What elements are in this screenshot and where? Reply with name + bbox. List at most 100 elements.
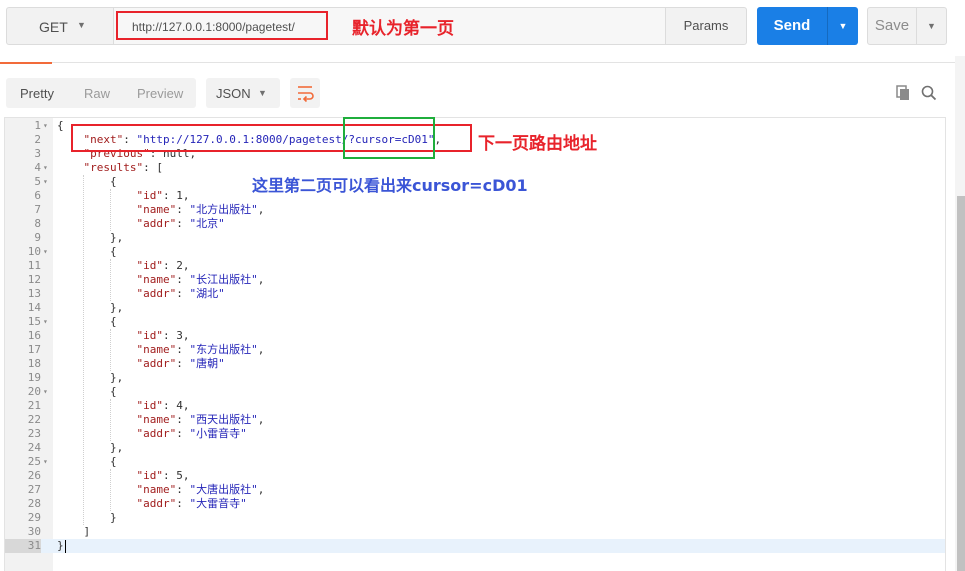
code-text: }, (57, 441, 124, 454)
indent-guide (109, 189, 111, 231)
line-number: 20 (27, 385, 41, 398)
code-text: "results": [ (83, 161, 163, 174)
code-text: "addr": "湖北" (136, 287, 225, 300)
code-text: ] (57, 525, 91, 538)
code-line: 23 "addr": "小雷音寺" (5, 427, 945, 441)
code-line: 16 "id": 3, (5, 329, 945, 343)
line-number: 15 (27, 315, 41, 328)
fold-toggle-icon[interactable]: ▾ (43, 245, 48, 259)
save-button[interactable]: Save (867, 7, 917, 45)
code-text: { (57, 455, 117, 468)
line-number: 23 (27, 427, 41, 440)
code-text: "name": "大唐出版社", (136, 483, 265, 496)
indent-guide (109, 259, 111, 301)
code-text: "addr": "北京" (136, 217, 225, 230)
page-scrollbar-thumb[interactable] (957, 196, 965, 571)
cursor-param-highlight-box (343, 117, 435, 159)
format-select[interactable]: JSON ▼ (206, 78, 280, 108)
line-number: 18 (27, 357, 41, 370)
line-number: 26 (27, 469, 41, 482)
line-number: 11 (27, 259, 41, 272)
fold-toggle-icon[interactable]: ▾ (43, 315, 48, 329)
code-text: "addr": "唐朝" (136, 357, 225, 370)
code-text: } (57, 539, 64, 552)
divider (0, 62, 965, 63)
method-select[interactable]: GET ▼ (6, 7, 114, 45)
line-number: 29 (27, 511, 41, 524)
send-options-button[interactable]: ▼ (827, 7, 858, 45)
send-button[interactable]: Send (757, 7, 827, 45)
code-text: "name": "西天出版社", (136, 413, 265, 426)
code-line: 18 "addr": "唐朝" (5, 357, 945, 371)
url-highlight-box (116, 11, 328, 40)
code-line: 24 }, (5, 441, 945, 455)
code-text: "id": 5, (136, 469, 190, 482)
code-text: "addr": "大雷音寺" (136, 497, 247, 510)
active-tab-indicator (0, 62, 52, 64)
code-line: 17 "name": "东方出版社", (5, 343, 945, 357)
code-text: "name": "北方出版社", (136, 203, 265, 216)
code-text: { (57, 119, 64, 132)
chevron-down-icon: ▼ (838, 21, 848, 31)
tab-raw[interactable]: Raw (84, 86, 110, 101)
code-line: 28 "addr": "大雷音寺" (5, 497, 945, 511)
line-number: 19 (27, 371, 41, 384)
code-text: "name": "东方出版社", (136, 343, 265, 356)
code-text: "addr": "小雷音寺" (136, 427, 247, 440)
code-text: "id": 3, (136, 329, 190, 342)
line-number: 3 (34, 147, 41, 160)
save-options-button[interactable]: ▼ (916, 7, 947, 45)
wrap-lines-button[interactable] (290, 78, 320, 108)
line-number: 2 (34, 133, 41, 146)
line-number: 8 (34, 217, 41, 230)
fold-toggle-icon[interactable]: ▾ (43, 385, 48, 399)
line-number: 17 (27, 343, 41, 356)
tab-pretty[interactable]: Pretty (20, 86, 54, 101)
chevron-down-icon: ▼ (927, 21, 936, 31)
code-text: { (57, 385, 117, 398)
code-line: 7 "name": "北方出版社", (5, 203, 945, 217)
chevron-down-icon: ▼ (258, 88, 267, 98)
next-page-route-annotation: 下一页路由地址 (478, 134, 597, 154)
indent-guide (83, 175, 85, 525)
code-text: { (57, 245, 117, 258)
line-number: 30 (27, 525, 41, 538)
params-button[interactable]: Params (665, 7, 747, 45)
code-line: 9 }, (5, 231, 945, 245)
code-line: 21 "id": 4, (5, 399, 945, 413)
tab-preview[interactable]: Preview (137, 86, 183, 101)
fold-toggle-icon[interactable]: ▾ (43, 455, 48, 469)
line-number: 28 (27, 497, 41, 510)
code-line: 14 }, (5, 301, 945, 315)
code-text: "id": 2, (136, 259, 190, 272)
code-line: 15 ▾ { (5, 315, 945, 329)
chevron-down-icon: ▼ (77, 20, 86, 30)
line-number: 1 (34, 119, 41, 132)
line-number: 7 (34, 203, 41, 216)
line-number: 25 (27, 455, 41, 468)
code-line: 25 ▾ { (5, 455, 945, 469)
fold-toggle-icon[interactable]: ▾ (43, 175, 48, 189)
code-line: 27 "name": "大唐出版社", (5, 483, 945, 497)
indent-guide (109, 399, 111, 441)
method-label: GET (39, 19, 68, 35)
code-text: }, (57, 301, 124, 314)
copy-icon[interactable] (895, 85, 911, 101)
search-icon[interactable] (921, 85, 937, 101)
code-line: 19 }, (5, 371, 945, 385)
code-line: 8 "addr": "北京" (5, 217, 945, 231)
line-number: 6 (34, 189, 41, 202)
code-text: } (57, 511, 117, 524)
code-text: { (57, 315, 117, 328)
indent-guide (109, 469, 111, 511)
code-line: 26 "id": 5, (5, 469, 945, 483)
fold-toggle-icon[interactable]: ▾ (43, 161, 48, 175)
line-number: 10 (27, 245, 41, 258)
line-number: 16 (27, 329, 41, 342)
response-toolbar: Pretty Raw Preview JSON ▼ (0, 76, 965, 110)
default-first-page-annotation: 默认为第一页 (352, 19, 454, 39)
fold-toggle-icon[interactable]: ▾ (43, 119, 48, 133)
code-text: "id": 1, (136, 189, 190, 202)
line-number: 21 (27, 399, 41, 412)
line-number: 9 (34, 231, 41, 244)
